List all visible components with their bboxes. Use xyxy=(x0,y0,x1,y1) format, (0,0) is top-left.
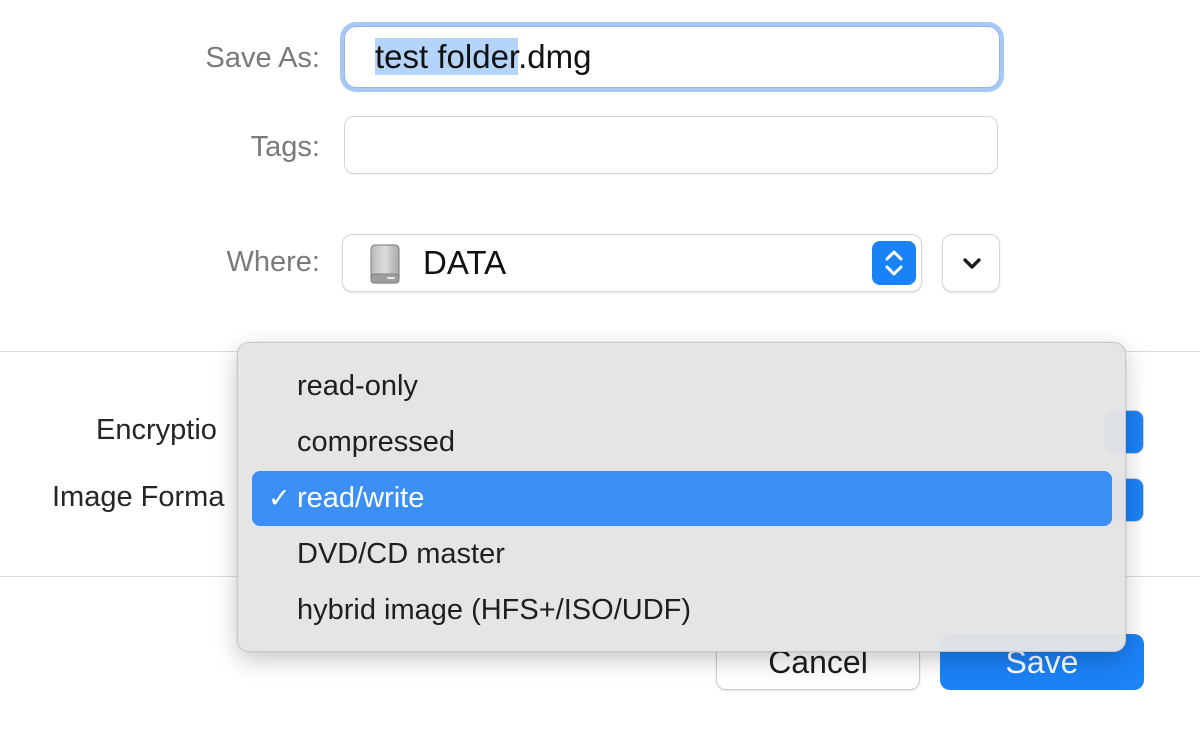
chevron-down-icon xyxy=(963,258,981,269)
where-value: DATA xyxy=(423,244,507,281)
menu-item-compressed[interactable]: compressed xyxy=(252,415,1112,470)
menu-item-dvd-cd-master[interactable]: DVD/CD master xyxy=(252,527,1112,582)
menu-item-label: compressed xyxy=(297,426,455,458)
where-popup-button[interactable]: DATA xyxy=(342,234,922,292)
up-down-chevrons-icon xyxy=(872,241,916,285)
menu-item-read-write[interactable]: ✓ read/write xyxy=(252,471,1112,526)
save-as-input[interactable]: test folder.dmg xyxy=(340,22,1004,92)
checkmark-icon: ✓ xyxy=(268,483,291,514)
save-as-input-text[interactable]: test folder.dmg xyxy=(344,26,1000,88)
menu-item-label: DVD/CD master xyxy=(297,538,505,570)
menu-item-label: read/write xyxy=(297,482,425,514)
save-as-extension-text: .dmg xyxy=(518,38,592,75)
image-format-menu: read-only compressed ✓ read/write DVD/CD… xyxy=(237,342,1126,652)
where-label: Where: xyxy=(226,246,320,278)
menu-item-label: hybrid image (HFS+/ISO/UDF) xyxy=(297,594,692,626)
menu-item-label: read-only xyxy=(297,370,418,402)
encryption-label: Encryptio xyxy=(96,414,217,446)
expand-dialog-button[interactable] xyxy=(942,234,1000,292)
save-as-selected-text: test folder xyxy=(375,38,519,75)
image-format-label: Image Forma xyxy=(52,481,225,513)
menu-item-read-only[interactable]: read-only xyxy=(252,359,1112,414)
tags-label: Tags: xyxy=(250,131,320,163)
menu-item-hybrid-image[interactable]: hybrid image (HFS+/ISO/UDF) xyxy=(252,583,1112,638)
save-as-label: Save As: xyxy=(205,42,320,74)
hard-drive-icon xyxy=(365,243,405,285)
tags-input[interactable] xyxy=(344,116,998,174)
